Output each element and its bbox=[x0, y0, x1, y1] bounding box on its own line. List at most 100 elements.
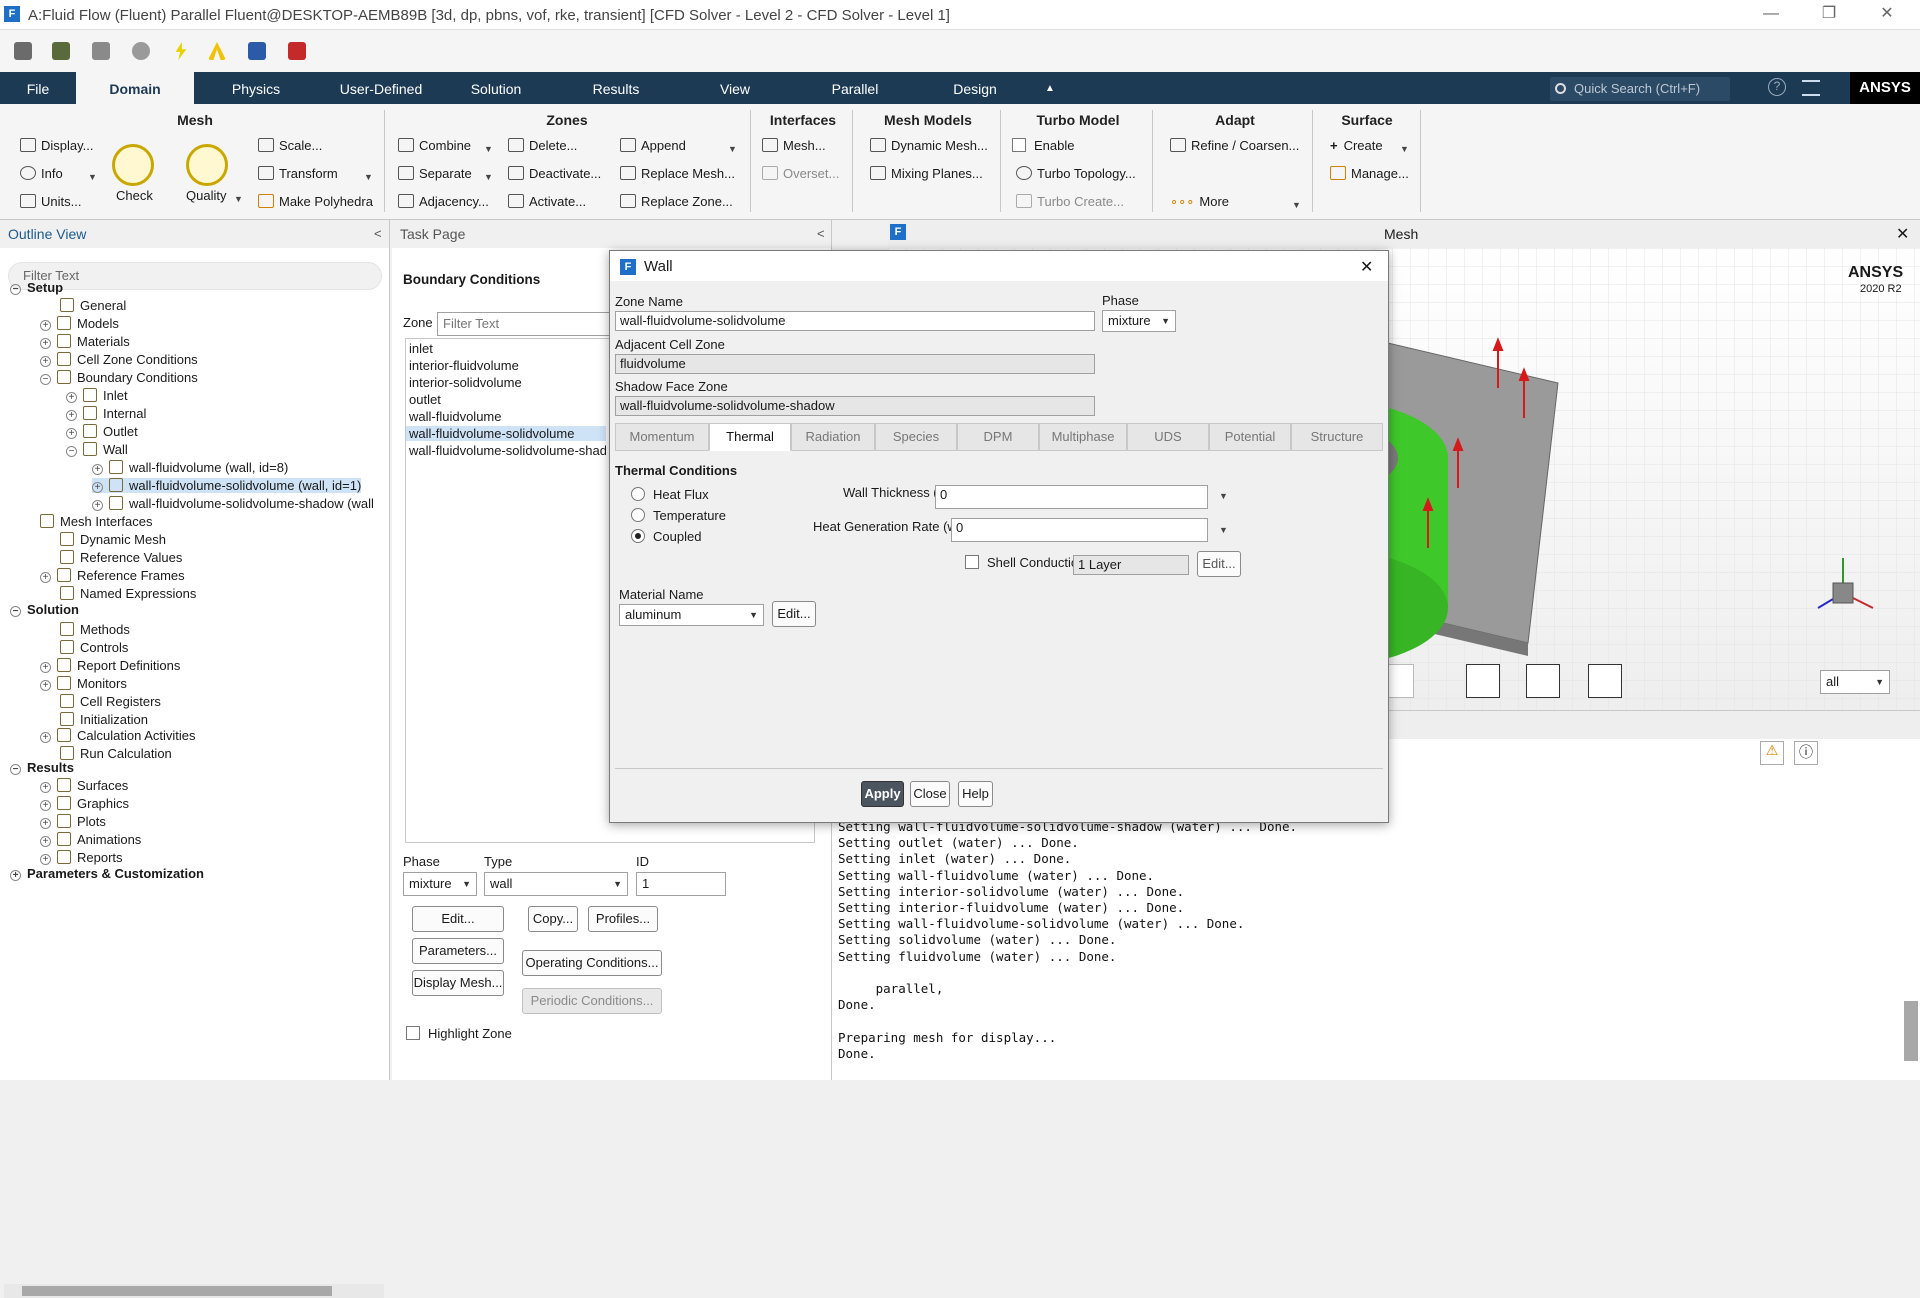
expand-node-icon[interactable]: + bbox=[40, 818, 51, 829]
mixing-planes-button[interactable]: Mixing Planes... bbox=[870, 166, 983, 181]
shell-conduction-checkbox[interactable]: Shell Conduction bbox=[965, 555, 1085, 570]
collapse-node-icon[interactable]: − bbox=[10, 284, 21, 295]
console-scrollbar-thumb[interactable] bbox=[1904, 1001, 1918, 1061]
display-mesh-button[interactable]: Display... bbox=[20, 138, 94, 153]
expand-node-icon[interactable]: + bbox=[66, 410, 77, 421]
load-data-icon[interactable] bbox=[52, 42, 70, 60]
axes-icon[interactable] bbox=[1526, 664, 1560, 698]
mesh-interfaces-button[interactable]: Mesh... bbox=[762, 138, 826, 153]
tab-momentum[interactable]: Momentum bbox=[615, 423, 709, 451]
dialog-close-icon[interactable]: ✕ bbox=[1360, 257, 1373, 277]
surface-manage-button[interactable]: Manage... bbox=[1330, 166, 1409, 181]
info-dropdown-icon[interactable]: ▼ bbox=[88, 172, 97, 182]
delete-zone-button[interactable]: Delete... bbox=[508, 138, 577, 153]
tab-physics[interactable]: Physics bbox=[208, 72, 304, 104]
zone-list-item[interactable]: wall-fluidvolume-solidvolume bbox=[406, 426, 606, 441]
operating-conditions-button[interactable]: Operating Conditions... bbox=[522, 950, 662, 976]
heat-generation-rate-field[interactable]: 0 bbox=[951, 518, 1208, 542]
highlight-zone-checkbox[interactable]: Highlight Zone bbox=[406, 1026, 512, 1041]
outline-horizontal-scrollbar[interactable] bbox=[4, 1284, 384, 1298]
collapse-node-icon[interactable]: − bbox=[10, 764, 21, 775]
outline-item[interactable]: Methods bbox=[60, 622, 130, 637]
tab-results[interactable]: Results bbox=[570, 72, 662, 104]
minimize-button[interactable]: — bbox=[1748, 0, 1794, 30]
heat-flux-radio[interactable]: Heat Flux bbox=[631, 487, 709, 502]
outline-item[interactable]: − Setup bbox=[10, 280, 63, 295]
expand-node-icon[interactable]: + bbox=[40, 836, 51, 847]
outline-item[interactable]: Mesh Interfaces bbox=[40, 514, 153, 529]
help-icon[interactable]: ? bbox=[1768, 78, 1786, 96]
outline-item[interactable]: Initialization bbox=[60, 712, 148, 727]
expand-node-icon[interactable]: + bbox=[92, 500, 103, 511]
tab-file[interactable]: File bbox=[0, 72, 76, 104]
zone-list-item[interactable]: outlet bbox=[406, 392, 606, 407]
id-field[interactable]: 1 bbox=[636, 872, 726, 896]
activate-zone-button[interactable]: Activate... bbox=[508, 194, 586, 209]
units-button[interactable]: Units... bbox=[20, 194, 81, 209]
tab-multiphase[interactable]: Multiphase bbox=[1039, 423, 1127, 451]
tab-design[interactable]: Design bbox=[930, 72, 1020, 104]
outline-item[interactable]: − Results bbox=[10, 760, 74, 775]
material-name-select[interactable]: aluminum ▼ bbox=[619, 604, 764, 626]
scrollbar-thumb[interactable] bbox=[22, 1286, 332, 1296]
dialog-phase-select[interactable]: mixture ▼ bbox=[1102, 310, 1176, 332]
outline-item[interactable]: + Animations bbox=[40, 832, 141, 847]
tab-radiation[interactable]: Radiation bbox=[791, 423, 875, 451]
transform-button[interactable]: Transform bbox=[258, 166, 338, 181]
outline-item[interactable]: + Materials bbox=[40, 334, 130, 349]
material-edit-button[interactable]: Edit... bbox=[772, 601, 816, 627]
periodic-conditions-button[interactable]: Periodic Conditions... bbox=[522, 988, 662, 1014]
collapse-outline-icon[interactable]: < bbox=[374, 226, 382, 241]
separate-button[interactable]: Separate bbox=[398, 166, 472, 181]
outline-item[interactable]: − Wall bbox=[66, 442, 128, 457]
collapse-node-icon[interactable]: − bbox=[40, 374, 51, 385]
expand-node-icon[interactable]: + bbox=[40, 662, 51, 673]
tab-thermal[interactable]: Thermal bbox=[709, 423, 791, 451]
quality-button[interactable]: Quality bbox=[186, 188, 226, 203]
check-icon[interactable] bbox=[112, 144, 154, 186]
combine-button[interactable]: Combine bbox=[398, 138, 471, 153]
tab-potential[interactable]: Potential bbox=[1209, 423, 1291, 451]
collapse-node-icon[interactable]: − bbox=[66, 446, 77, 457]
combine-dropdown-icon[interactable]: ▼ bbox=[484, 144, 493, 154]
outline-item[interactable]: − Solution bbox=[10, 602, 79, 617]
tab-user-defined[interactable]: User-Defined bbox=[320, 72, 442, 104]
expand-node-icon[interactable]: + bbox=[40, 854, 51, 865]
turbo-create-button[interactable]: Turbo Create... bbox=[1016, 194, 1124, 209]
expand-node-icon[interactable]: + bbox=[40, 338, 51, 349]
outline-item[interactable]: Cell Registers bbox=[60, 694, 161, 709]
outline-item[interactable]: Controls bbox=[60, 640, 128, 655]
scale-button[interactable]: Scale... bbox=[258, 138, 322, 153]
reload-icon[interactable] bbox=[132, 42, 150, 60]
more-dropdown-icon[interactable]: ▼ bbox=[1292, 200, 1301, 210]
wall-thickness-dropdown-icon[interactable]: ▼ bbox=[1219, 491, 1228, 501]
outline-item[interactable]: + Plots bbox=[40, 814, 106, 829]
collapse-node-icon[interactable]: − bbox=[10, 606, 21, 617]
collapse-ribbon-icon[interactable]: ▲ bbox=[1040, 72, 1060, 104]
tab-solution[interactable]: Solution bbox=[452, 72, 540, 104]
outline-item[interactable]: General bbox=[60, 298, 126, 313]
outline-item[interactable]: + Cell Zone Conditions bbox=[40, 352, 198, 367]
lightning-icon[interactable] bbox=[175, 42, 187, 60]
replace-mesh-button[interactable]: Replace Mesh... bbox=[620, 166, 735, 181]
make-polyhedra-button[interactable]: Make Polyhedra bbox=[258, 194, 373, 209]
expand-node-icon[interactable]: + bbox=[40, 782, 51, 793]
parameters-icon[interactable] bbox=[248, 42, 266, 60]
wall-thickness-field[interactable]: 0 bbox=[935, 485, 1208, 509]
outline-item[interactable]: + Reports bbox=[40, 850, 123, 865]
surface-create-button[interactable]: + Create bbox=[1330, 138, 1383, 153]
tab-uds[interactable]: UDS bbox=[1127, 423, 1209, 451]
outline-item[interactable]: Reference Values bbox=[60, 550, 182, 565]
outline-item[interactable]: Named Expressions bbox=[60, 586, 196, 601]
save-icon[interactable] bbox=[92, 42, 110, 60]
coupled-radio[interactable]: Coupled bbox=[631, 529, 701, 544]
outline-item[interactable]: + Inlet bbox=[66, 388, 128, 403]
dynamic-mesh-button[interactable]: Dynamic Mesh... bbox=[870, 138, 988, 153]
outline-item[interactable]: + Parameters & Customization bbox=[10, 866, 204, 881]
expand-node-icon[interactable]: + bbox=[10, 870, 21, 881]
tab-dpm[interactable]: DPM bbox=[957, 423, 1039, 451]
type-select[interactable]: wall ▼ bbox=[484, 872, 628, 896]
expand-node-icon[interactable]: + bbox=[40, 320, 51, 331]
tab-structure[interactable]: Structure bbox=[1291, 423, 1383, 451]
expand-node-icon[interactable]: + bbox=[40, 680, 51, 691]
